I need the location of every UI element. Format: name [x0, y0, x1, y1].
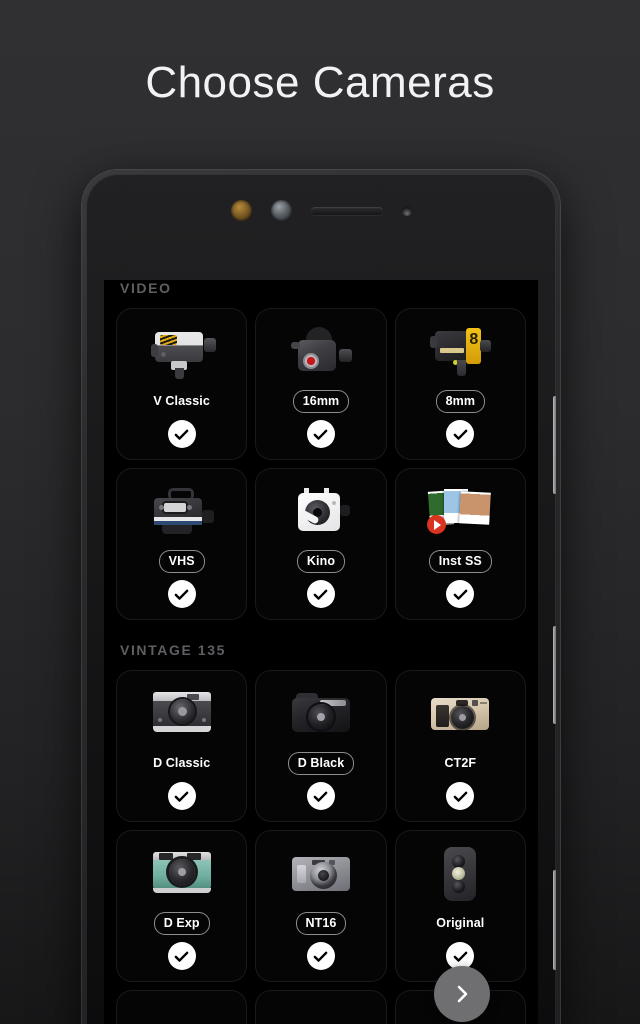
check-circle-icon[interactable] — [446, 420, 475, 448]
check-circle-icon[interactable] — [446, 782, 475, 810]
camera-card-d-black[interactable]: D Black — [255, 670, 387, 822]
camera-label: 16mm — [293, 390, 350, 413]
check-circle-icon[interactable] — [167, 420, 196, 448]
d-exp-camera-icon — [151, 852, 213, 896]
camera-label: V Classic — [153, 394, 210, 408]
camera-art — [116, 474, 247, 550]
ir-sensor-icon — [230, 200, 252, 221]
page-title: Choose Cameras — [145, 58, 495, 107]
kino-camera-icon — [292, 487, 350, 537]
camera-picker-app: VIDEO V Classic 16mm 8 8mm VHS Kino Inst… — [104, 280, 538, 1024]
camera-art — [255, 836, 386, 912]
side-button-top[interactable] — [553, 396, 556, 494]
d-classic-camera-icon — [151, 692, 213, 736]
camera-card-original[interactable]: Original — [394, 830, 526, 982]
side-button-middle[interactable] — [553, 626, 556, 724]
camera-art: 8 — [395, 314, 526, 390]
camera-label: CT2F — [444, 756, 477, 770]
camera-label: D Classic — [153, 756, 211, 770]
camera-art — [255, 314, 386, 390]
camera-card-inst-ss[interactable]: Inst SS — [394, 468, 526, 620]
camera-art — [395, 836, 526, 912]
camera-art — [116, 676, 247, 752]
8mm-camera-icon: 8 — [429, 326, 492, 378]
check-circle-icon[interactable] — [306, 580, 335, 608]
camera-card-v-classic[interactable]: V Classic — [116, 308, 248, 460]
section-header-vintage-135: VINTAGE 135 — [120, 642, 227, 658]
section-vintage-135: VINTAGE 135 D Classic D Black CT2F D Exp… — [104, 642, 538, 982]
v-classic-camera-icon — [150, 326, 216, 379]
camera-label: VHS — [159, 550, 205, 573]
camera-card-vhs[interactable]: VHS — [116, 468, 248, 620]
check-circle-icon[interactable] — [167, 942, 196, 970]
section-header-video: VIDEO — [120, 280, 172, 296]
d-black-camera-icon — [290, 692, 352, 736]
phone-mockup: VIDEO V Classic 16mm 8 8mm VHS Kino Inst… — [82, 170, 560, 1024]
camera-art — [255, 676, 386, 752]
16mm-camera-icon — [290, 327, 352, 377]
next-button[interactable] — [434, 966, 490, 1022]
camera-label: D Exp — [154, 912, 210, 935]
earpiece-speaker-icon — [310, 206, 383, 215]
camera-label: Original — [436, 916, 485, 930]
camera-label: D Black — [288, 752, 355, 775]
check-circle-icon[interactable] — [306, 942, 335, 970]
camera-card-nt16[interactable]: NT16 — [255, 830, 387, 982]
camera-card-d-exp[interactable]: D Exp — [116, 830, 248, 982]
check-circle-icon[interactable] — [167, 782, 196, 810]
nt16-camera-icon — [290, 853, 352, 895]
check-circle-icon[interactable] — [446, 580, 475, 608]
phone-sensor-row — [86, 200, 556, 221]
original-phone-camera-icon — [438, 847, 482, 901]
camera-grid-vintage-135: D Classic D Black CT2F D Exp NT16 Origin… — [104, 670, 538, 982]
camera-card-16mm[interactable]: 16mm — [255, 308, 387, 460]
camera-card-partial[interactable] — [255, 990, 387, 1024]
chevron-right-icon — [450, 982, 474, 1006]
camera-label: Inst SS — [429, 550, 492, 573]
phone-screen-frame: VIDEO V Classic 16mm 8 8mm VHS Kino Inst… — [86, 174, 556, 1024]
ct2f-camera-icon — [429, 693, 491, 735]
check-circle-icon[interactable] — [306, 420, 335, 448]
check-circle-icon[interactable] — [167, 580, 196, 608]
camera-card-partial[interactable] — [116, 990, 248, 1024]
camera-label: NT16 — [296, 912, 347, 935]
camera-grid-video: V Classic 16mm 8 8mm VHS Kino Inst SS — [104, 308, 538, 620]
camera-card-kino[interactable]: Kino — [255, 468, 387, 620]
vhs-camcorder-icon — [150, 488, 214, 536]
camera-card-ct2f[interactable]: CT2F — [394, 670, 526, 822]
camera-card-8mm[interactable]: 8 8mm — [394, 308, 526, 460]
instant-photos-icon — [427, 487, 493, 537]
camera-card-d-classic[interactable]: D Classic — [116, 670, 248, 822]
camera-art — [395, 474, 526, 550]
camera-art — [395, 676, 526, 752]
camera-label: 8mm — [436, 390, 485, 413]
section-video: VIDEO V Classic 16mm 8 8mm VHS Kino Inst… — [104, 280, 538, 620]
camera-art — [255, 474, 386, 550]
camera-art — [116, 836, 247, 912]
side-button-bottom[interactable] — [553, 870, 556, 970]
front-camera-lens-icon — [270, 200, 292, 221]
camera-label: Kino — [297, 550, 345, 573]
app-promo-screen: Choose Cameras VIDEO V Classic 16mm 8 8m… — [0, 0, 640, 1024]
camera-art — [116, 314, 247, 390]
check-circle-icon[interactable] — [306, 782, 335, 810]
proximity-sensor-icon — [401, 205, 412, 216]
